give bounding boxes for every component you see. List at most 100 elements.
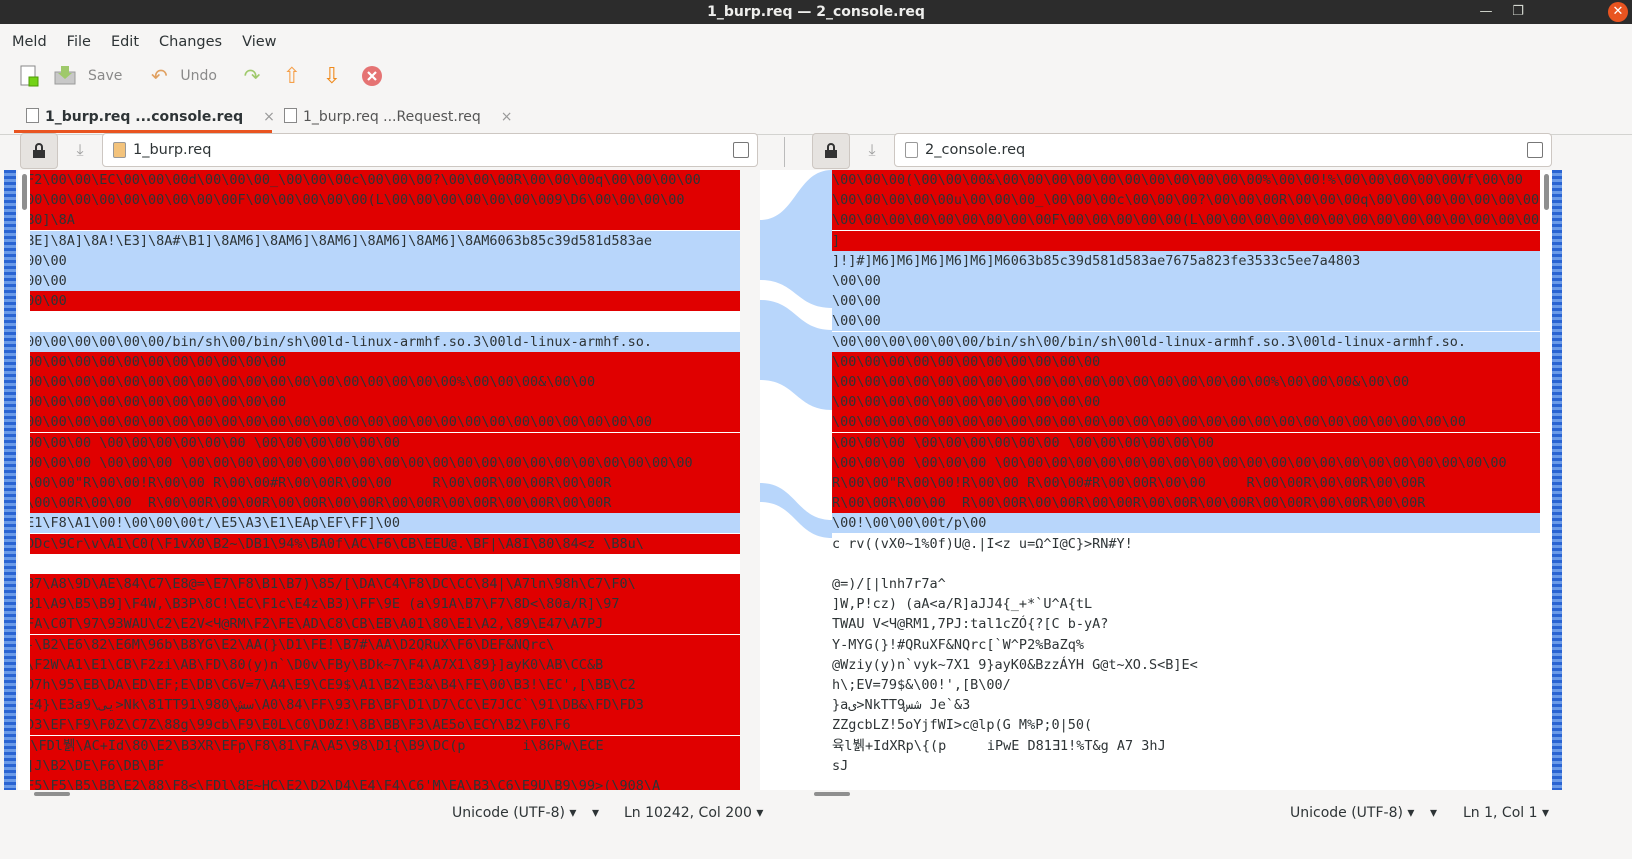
stop-icon (359, 63, 385, 89)
menu-file[interactable]: File (55, 28, 99, 56)
text-line: \00\00\00 \00\00\00 \00\00\00\00\00\00\0… (832, 452, 1540, 473)
right-cursor-position[interactable]: Ln 1, Col 1 ▾ (1463, 800, 1549, 826)
text-line: R\00\00"R\00\00!R\00\00 R\00\00#R\00\00R… (832, 473, 1540, 493)
right-file-name: 2_console.req (925, 142, 1026, 158)
save-button[interactable]: Save (52, 60, 122, 92)
tab-label: 1_burp.req ...console.req (45, 109, 244, 125)
text-line: \00\00\00\00\00\00\00\00\00\00\00\00\00\… (832, 372, 1540, 392)
text-line: ZZgcbLZ!5oYjfWI>c@lp(G M%P;0|50( (832, 715, 1540, 736)
text-line: \00\00 (18, 291, 740, 312)
menu-meld[interactable]: Meld (0, 28, 55, 56)
next-change-icon: ⇩ (322, 63, 342, 89)
text-line: \B1\A9\B5\B9]\F4W,\B3P\8C!\EC\F1c\E4z\B3… (18, 594, 740, 615)
text-line (18, 553, 740, 574)
previous-change-button[interactable]: ⇧ (279, 60, 305, 92)
text-line: Y-MYG(}!#QRuXF&NQrc[`W^P2%BaZq% (832, 634, 1540, 655)
new-comparison-button[interactable] (16, 60, 42, 92)
stop-button[interactable] (359, 60, 385, 92)
minimize-icon[interactable]: — (1474, 0, 1498, 24)
text-line: \BE]\8A]\8A!\E3]\8A#\B1]\8AM6]\8AM6]\8AM… (18, 230, 740, 251)
left-encoding: Unicode (UTF-8) (452, 805, 565, 821)
lock-left-button[interactable] (20, 133, 58, 169)
lock-right-button[interactable] (812, 133, 850, 169)
tab-burp-console[interactable]: 1_burp.req ...console.req × (26, 100, 275, 134)
next-change-button[interactable]: ⇩ (319, 60, 345, 92)
diff-connectors (760, 170, 832, 538)
text-line: \00\00\00\00\00\00/bin/sh\00/bin/sh\00ld… (18, 331, 740, 352)
right-horizontal-scrollbar[interactable] (810, 790, 1540, 798)
text-line: @=)/[|lnh7r7a^ (832, 574, 1540, 594)
diff-link-map[interactable] (760, 170, 832, 790)
text-line: TWAU V<Ч@RM1,7PJ:tal1cZÓ{?[C b-yA? (832, 614, 1540, 635)
text-line: c rv((vX0~1%0f)U@.|I<z u=Ω^I@C}>RN#Y! (832, 533, 1540, 554)
text-line: \00\00 (832, 311, 1540, 332)
text-line: \FA\C0T\97\93WAU\C2\E2V<Ч@RM\F2\FE\AD\C8… (18, 614, 740, 635)
text-line: \00\00\00 \00\00\00 \00\00\00\00\00\00\0… (18, 452, 740, 473)
text-line: \00\00\00\00\00\00\00\00\00\00\00 (832, 351, 1540, 372)
menu-view[interactable]: View (230, 28, 284, 56)
lock-icon (33, 143, 45, 158)
text-line: \00\00\00\00\00\00\00\00\00F\00\00\00\00… (18, 190, 740, 211)
download-right-icon[interactable]: ⤓ (858, 133, 886, 167)
right-vertical-scrollbar[interactable] (1544, 174, 1549, 210)
left-position: Ln 10242, Col 200 (624, 805, 752, 821)
left-vertical-scrollbar[interactable] (22, 174, 27, 210)
text-line: \00\00\00 \00\00\00\00\00\00 \00\00\00\0… (18, 432, 740, 453)
right-diff-map[interactable] (1552, 170, 1562, 790)
text-line: @Wziy(y)n`vyk~7X1 9}ayK0&BzzÁYH G@t~XO.S… (832, 654, 1540, 675)
text-line: \00\00\00\00\00\00\00\00\00F\00\00\00\00… (832, 210, 1540, 231)
text-line: R\00\00R\00\00 R\00\00R\00\00R\00\00R\00… (832, 493, 1540, 514)
previous-change-icon: ⇧ (282, 63, 302, 89)
close-tab-icon[interactable]: × (501, 109, 513, 125)
lock-icon (825, 143, 837, 158)
browse-icon[interactable] (1527, 142, 1543, 158)
text-line: \00\00 (832, 271, 1540, 291)
left-text-view[interactable]: \F2\00\00\EC\00\00\00d\00\00\00_\00\00\0… (18, 170, 740, 790)
close-window-icon[interactable]: ✕ (1608, 2, 1628, 22)
text-line: \F2\00\00\EC\00\00\00d\00\00\00_\00\00\0… (18, 170, 740, 190)
text-line: }aی>NkTT9شس Je`&3 (832, 695, 1540, 716)
text-line: R\00\00R\00\00 R\00\00R\00\00R\00\00R\00… (18, 493, 740, 514)
menu-edit[interactable]: Edit (99, 28, 147, 56)
text-line: \00\00 (18, 250, 740, 271)
text-line: \D3\EF\F9\F0Z\C7Z\88g\99cb\F9\E0L\C0\D0Z… (18, 715, 740, 736)
save-icon (52, 63, 78, 89)
new-comparison-icon (16, 63, 42, 89)
file-icon (26, 108, 39, 123)
text-line: \00\00\00\00\00\00\00\00\00\00\00 (18, 392, 740, 413)
right-text-view[interactable]: \00\00\00(\00\00\00&\00\00\00\00\00\00\0… (832, 170, 1540, 790)
redo-button[interactable]: ↷ (239, 60, 265, 92)
maximize-icon[interactable]: ❐ (1506, 0, 1530, 24)
left-file-chooser[interactable]: 1_burp.req (102, 133, 758, 167)
tab-burp-request[interactable]: 1_burp.req ...Request.req × (284, 100, 513, 134)
right-language-dropdown[interactable]: ▾ (1430, 800, 1437, 826)
text-line: s]J\B2\DE\F6\DB\BF (18, 755, 740, 776)
left-file-name: 1_burp.req (133, 142, 212, 158)
right-file-chooser[interactable]: 2_console.req (894, 133, 1552, 167)
close-tab-icon[interactable]: × (263, 109, 275, 125)
download-left-icon[interactable]: ⤓ (66, 133, 94, 167)
undo-button[interactable]: ↶ Undo (146, 60, 217, 92)
text-line: \00\00\00\00\00\00\00\00\00\00\00 (832, 392, 1540, 413)
left-horizontal-scrollbar[interactable] (30, 790, 760, 798)
toolbar: Save ↶ Undo ↷ ⇧ ⇩ (0, 58, 1632, 94)
text-line: \B0]\8A (18, 210, 740, 231)
left-cursor-position[interactable]: Ln 10242, Col 200 ▾ (624, 800, 763, 826)
text-line: @\F2W\A1\E1\CB\F2zi\AB\FD\80(y)n`\D0v\FB… (18, 654, 740, 675)
file-icon (905, 142, 918, 158)
text-line (832, 553, 1540, 574)
right-encoding-selector[interactable]: Unicode (UTF-8) ▾ (1290, 800, 1414, 826)
text-line: \00\00\00\00\00\00\00\00\00\00\00\00\00\… (18, 372, 740, 392)
text-line: Y-\B2\E6\82\E6M\96b\B8YG\E2\AA(}\D1\FE!\… (18, 634, 740, 655)
undo-label: Undo (180, 68, 217, 84)
browse-icon[interactable] (733, 142, 749, 158)
menu-changes[interactable]: Changes (147, 28, 230, 56)
left-diff-map[interactable] (4, 170, 16, 790)
text-line: \00\00\00\00\00\00\00\00\00\00\00 (18, 351, 740, 372)
right-encoding: Unicode (UTF-8) (1290, 805, 1403, 821)
left-language-dropdown[interactable]: ▾ (592, 800, 599, 826)
left-encoding-selector[interactable]: Unicode (UTF-8) ▾ (452, 800, 576, 826)
text-line: R\00\00"R\00\00!R\00\00 R\00\00#R\00\00R… (18, 473, 740, 493)
divider (784, 137, 785, 167)
menubar: Meld File Edit Changes View (0, 28, 1632, 56)
